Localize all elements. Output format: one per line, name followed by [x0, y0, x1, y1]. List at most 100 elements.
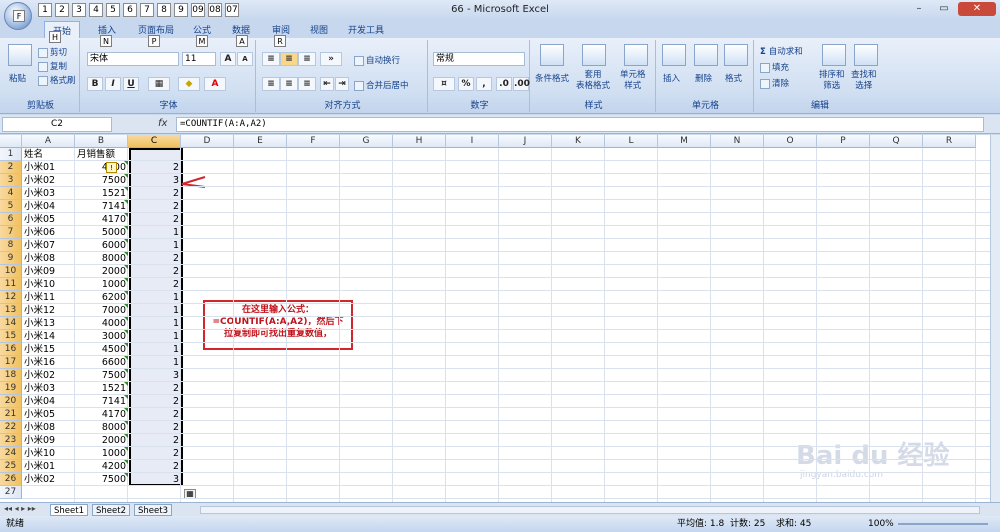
fill-color-button[interactable]: ◆: [178, 77, 200, 91]
cell-sales[interactable]: 1521: [77, 187, 126, 200]
column-header[interactable]: M: [658, 135, 711, 148]
cell-count[interactable]: 3: [130, 473, 179, 486]
cell-count[interactable]: 2: [130, 447, 179, 460]
sort-filter-button[interactable]: 排序和 筛选: [819, 70, 845, 92]
qat-keytip[interactable]: 7: [140, 3, 154, 17]
cell-sales[interactable]: 8000: [77, 252, 126, 265]
cell-count[interactable]: 2: [130, 187, 179, 200]
cell-count[interactable]: 1: [130, 226, 179, 239]
row-header[interactable]: 26: [0, 473, 22, 486]
wrap-text-button[interactable]: 自动换行: [354, 54, 400, 66]
number-format-select[interactable]: 常规: [433, 52, 525, 66]
row-header[interactable]: 21: [0, 408, 22, 421]
cell-name[interactable]: 小米12: [24, 304, 73, 317]
cell-name[interactable]: 小米09: [24, 265, 73, 278]
cell-sales[interactable]: 4500: [77, 343, 126, 356]
maximize-button[interactable]: ▭: [933, 2, 955, 16]
qat-keytip[interactable]: 5: [106, 3, 120, 17]
row-header[interactable]: 8: [0, 239, 22, 252]
paste-button[interactable]: 粘贴: [9, 72, 26, 84]
sheet-tab-1[interactable]: Sheet1: [50, 504, 88, 516]
cell-name[interactable]: 小米15: [24, 343, 73, 356]
bold-button[interactable]: B: [87, 77, 103, 91]
column-header[interactable]: N: [711, 135, 764, 148]
row-header[interactable]: 5: [0, 200, 22, 213]
orientation-button[interactable]: »: [320, 52, 342, 66]
cell-name[interactable]: 小米11: [24, 291, 73, 304]
qat-keytip[interactable]: 8: [157, 3, 171, 17]
worksheet-grid[interactable]: 在这里输入公式： =COUNTIF(A:A,A2)，然后下 拉复制即可找出重复数…: [0, 135, 990, 502]
cell-name[interactable]: 小米09: [24, 434, 73, 447]
comma-button[interactable]: ,: [476, 77, 492, 91]
find-select-button[interactable]: 查找和 选择: [851, 70, 877, 92]
cell-count[interactable]: 2: [130, 200, 179, 213]
row-header[interactable]: 6: [0, 213, 22, 226]
cell-name[interactable]: 小米14: [24, 330, 73, 343]
delete-cells-button[interactable]: 删除: [695, 72, 712, 84]
cell-count[interactable]: 1: [130, 343, 179, 356]
column-header[interactable]: R: [923, 135, 976, 148]
underline-button[interactable]: U: [123, 77, 139, 91]
close-button[interactable]: ✕: [958, 2, 996, 16]
cell-name[interactable]: 小米02: [24, 473, 73, 486]
shrink-font-button[interactable]: A: [237, 52, 253, 66]
row-header[interactable]: 16: [0, 343, 22, 356]
conditional-format-button[interactable]: 条件格式: [535, 72, 569, 84]
cell-name[interactable]: 小米08: [24, 421, 73, 434]
percent-button[interactable]: %: [458, 77, 474, 91]
column-header[interactable]: D: [181, 135, 234, 148]
cell-sales[interactable]: 6200: [77, 291, 126, 304]
column-header[interactable]: O: [764, 135, 817, 148]
qat-keytip[interactable]: 6: [123, 3, 137, 17]
cell-sales[interactable]: 4170: [77, 213, 126, 226]
cell-count[interactable]: 2: [130, 421, 179, 434]
cell-name[interactable]: 小米08: [24, 252, 73, 265]
italic-button[interactable]: I: [105, 77, 121, 91]
format-painter-button[interactable]: 格式刷: [38, 74, 76, 86]
row-header[interactable]: 12: [0, 291, 22, 304]
merge-center-button[interactable]: 合并后居中: [354, 79, 409, 91]
cell-sales[interactable]: 4200: [77, 460, 126, 473]
cell-name[interactable]: 小米07: [24, 239, 73, 252]
cell-count[interactable]: 1: [130, 239, 179, 252]
row-header[interactable]: 14: [0, 317, 22, 330]
cell-count[interactable]: 1: [130, 356, 179, 369]
row-header[interactable]: 7: [0, 226, 22, 239]
cell-name[interactable]: 小米05: [24, 213, 73, 226]
cell-sales[interactable]: 3000: [77, 330, 126, 343]
select-all-corner[interactable]: [0, 135, 22, 148]
cell-sales[interactable]: 7500: [77, 369, 126, 382]
cut-button[interactable]: 剪切: [38, 46, 67, 58]
align-center-button[interactable]: ≡: [280, 77, 298, 91]
sheet-tab-3[interactable]: Sheet3: [134, 504, 172, 516]
cell-count[interactable]: 2: [130, 252, 179, 265]
insert-function-button[interactable]: fx: [158, 118, 167, 129]
cell-count[interactable]: 2: [130, 434, 179, 447]
cell-count[interactable]: 2: [130, 460, 179, 473]
cell-count[interactable]: 2: [130, 395, 179, 408]
row-header[interactable]: 20: [0, 395, 22, 408]
cell-name[interactable]: 小米13: [24, 317, 73, 330]
cell-count[interactable]: 2: [130, 265, 179, 278]
qat-keytip[interactable]: 3: [72, 3, 86, 17]
align-right-button[interactable]: ≡: [298, 77, 316, 91]
grow-font-button[interactable]: A: [220, 52, 236, 66]
cell-name[interactable]: 小米06: [24, 226, 73, 239]
qat-keytip[interactable]: 09: [191, 3, 205, 17]
border-button[interactable]: ▦: [148, 77, 170, 91]
cell-count[interactable]: 3: [130, 174, 179, 187]
cell-count[interactable]: 2: [130, 408, 179, 421]
row-header[interactable]: 27: [0, 486, 22, 499]
tab-view[interactable]: 视图: [310, 23, 328, 36]
font-size-select[interactable]: 11: [182, 52, 216, 66]
cell-count[interactable]: 2: [130, 213, 179, 226]
qat-keytip[interactable]: 1: [38, 3, 52, 17]
align-middle-button[interactable]: ≡: [280, 52, 298, 66]
cell-sales[interactable]: 7500: [77, 473, 126, 486]
decrease-decimal-button[interactable]: .00: [513, 77, 530, 91]
zoom-level[interactable]: 100%: [868, 516, 894, 532]
row-header[interactable]: 19: [0, 382, 22, 395]
column-header[interactable]: H: [393, 135, 446, 148]
cell-sales[interactable]: 5000: [77, 226, 126, 239]
align-top-button[interactable]: ≡: [262, 52, 280, 66]
